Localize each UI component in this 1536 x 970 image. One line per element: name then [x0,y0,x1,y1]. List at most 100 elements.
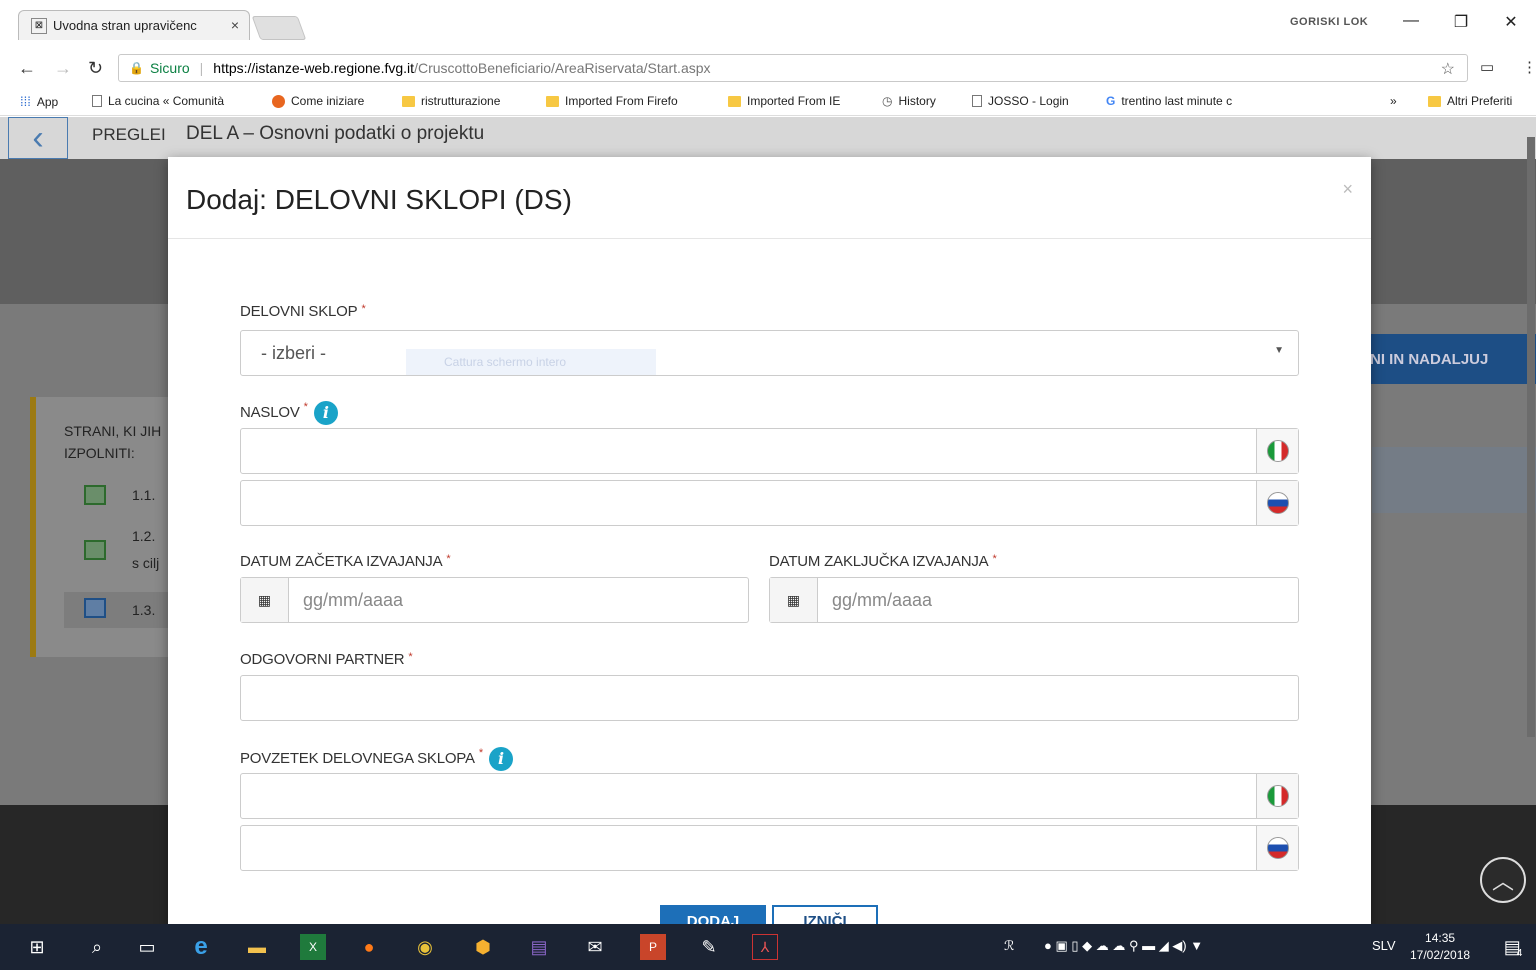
url-separator: | [199,60,204,76]
url-path: /CruscottoBeneficiario/AreaRiservata/Sta… [414,60,711,76]
folder-icon [728,95,741,107]
summary-input-italian[interactable] [240,773,1299,819]
search-icon[interactable]: ⌕ [84,934,110,960]
bookmark-folder[interactable]: Imported From Firefo [546,94,678,108]
notifications-icon[interactable]: ▤ 4 [1500,934,1526,960]
bookmark-apps[interactable]: ⁞⁞⁞ App [20,94,58,109]
scroll-to-top-icon[interactable]: ︿ [1480,857,1526,903]
label-text: DATUM ZAČETKA IZVAJANJA [240,553,443,570]
archive-icon[interactable]: ▤ [526,934,552,960]
modal-title: Dodaj: DELOVNI SKLOPI (DS) [186,184,572,215]
calendar-icon[interactable]: ▦ [241,578,289,622]
windows-start-icon[interactable]: ⊞ [24,934,50,960]
edit-icon [84,598,106,618]
back-arrow-icon[interactable]: ← [18,58,36,79]
bookmark-label: Altri Preferiti [1447,94,1513,108]
modal-close-icon[interactable]: × [1342,179,1353,200]
mail-icon[interactable]: ✉ [582,934,608,960]
summary-input-slovenian[interactable] [240,825,1299,871]
restore-icon[interactable]: ❐ [1446,12,1476,32]
notification-count: 4 [1516,947,1523,959]
task-view-icon[interactable]: ▭ [134,934,160,960]
window-close-icon[interactable]: ✕ [1496,12,1526,32]
url-input[interactable]: 🔒 Sicuro | https://istanze-web.regione.f… [118,54,1468,82]
browser-tabbar: ⊠ Uvodna stran upravičenc × GORISKI LOK … [0,0,1536,50]
bookmarks-overflow-button[interactable]: » [1390,94,1397,108]
sidebar-item[interactable]: 1.3. [132,602,155,618]
select-value: - izberi - [261,343,327,363]
pdf-reader-icon[interactable]: ⅄ [752,934,778,960]
slovenia-flag-icon [1266,837,1289,859]
label-text: DELOVNI SKLOP [240,303,358,320]
required-mark: * [478,747,483,759]
page-scrollbar[interactable] [1527,137,1535,737]
bookmark-item[interactable]: G trentino last minute c [1106,94,1232,108]
bookmark-folder[interactable]: Imported From IE [728,94,840,108]
chrome-icon[interactable]: ◉ [412,934,438,960]
required-mark: * [408,651,413,663]
flag-cell [1256,429,1298,473]
work-package-select[interactable]: - izberi - Cattura schermo intero ▼ [240,330,1299,376]
flag-cell [1256,481,1298,525]
secure-label: Sicuro [149,60,190,76]
info-icon[interactable]: i [313,401,338,425]
firefox-taskbar-icon[interactable]: ● [356,934,382,960]
tab-close-icon[interactable]: × [231,17,239,33]
page-info-band [1372,447,1536,513]
summary-label: POVZETEK DELOVNEGA SKLOPA * i [240,747,513,771]
bookmark-item[interactable]: La cucina « Comunità [92,94,224,108]
required-mark: * [992,553,997,565]
reload-icon[interactable]: ↻ [88,58,103,79]
language-indicator[interactable]: SLV [1372,938,1396,953]
bookmark-item[interactable]: Come iniziare [272,94,364,108]
title-input-slovenian[interactable] [240,480,1299,526]
calendar-icon[interactable]: ▦ [770,578,818,622]
file-explorer-icon[interactable]: ▬ [244,934,270,960]
google-icon: G [1106,94,1116,108]
sidebar-item[interactable]: 1.2. [132,528,155,544]
clock[interactable]: 14:35 17/02/2018 [1410,930,1470,964]
title-input-italian[interactable] [240,428,1299,474]
screen-capture-tooltip: Cattura schermo intero [406,349,656,375]
end-date-input[interactable]: ▦ gg/mm/aaaa [769,577,1299,623]
browser-tab[interactable]: ⊠ Uvodna stran upravičenc × [18,10,250,40]
powerpoint-icon[interactable]: P [640,934,666,960]
windows-taskbar: ⊞ ⌕ ▭ e ▬ X ● ◉ ⬢ ▤ ✉ P ✎ ⅄ ℛ ● ▣ ▯ ◆ ☁ … [0,924,1536,970]
forward-arrow-icon[interactable]: → [54,58,72,79]
date-placeholder: gg/mm/aaaa [303,590,404,610]
modal-divider [168,238,1371,239]
bookmark-item[interactable]: ◷ History [882,94,936,108]
menu-icon[interactable]: ⋮ [1522,58,1536,76]
bookmark-label: Come iniziare [291,94,365,108]
clock-date: 17/02/2018 [1410,948,1471,962]
sidebar-item[interactable]: 1.1. [132,487,155,503]
paint-icon[interactable]: ✎ [696,934,722,960]
bookmark-label: trentino last minute c [1121,94,1233,108]
clock-time: 14:35 [1425,931,1456,945]
partner-input[interactable] [240,675,1299,721]
sidebar-item[interactable]: s cilj [132,555,159,571]
date-placeholder: gg/mm/aaaa [832,590,933,610]
excel-icon[interactable]: X [300,934,326,960]
work-package-label: DELOVNI SKLOP * [240,303,366,320]
edge-icon[interactable]: e [188,933,214,960]
other-bookmarks-folder[interactable]: Altri Preferiti [1428,94,1512,108]
tab-title: Uvodna stran upravičenc [53,18,197,33]
bookmark-item[interactable]: JOSSO - Login [972,94,1069,108]
people-icon[interactable]: ℛ [1004,938,1014,954]
breadcrumb-root[interactable]: PREGLEI [92,125,166,145]
profile-name[interactable]: GORISKI LOK [1290,16,1368,28]
start-date-input[interactable]: ▦ gg/mm/aaaa [240,577,749,623]
page-back-arrow-icon[interactable]: ‹ [8,117,68,159]
bookmark-folder[interactable]: ristrutturazione [402,94,500,108]
shield-app-icon[interactable]: ⬢ [470,934,496,960]
tray-icons[interactable]: ● ▣ ▯ ◆ ☁ ☁ ⚲ ▬ ◢ ◀) ▼ [1044,938,1203,954]
checkbox-checked-icon [84,485,106,505]
minimize-icon[interactable]: — [1396,12,1426,30]
info-icon[interactable]: i [488,747,513,771]
label-text: NASLOV [240,403,300,421]
cast-icon[interactable]: ▭ [1480,58,1494,76]
new-tab-button[interactable] [251,16,307,40]
required-mark: * [361,303,366,315]
bookmark-star-icon[interactable]: ☆ [1441,59,1455,79]
